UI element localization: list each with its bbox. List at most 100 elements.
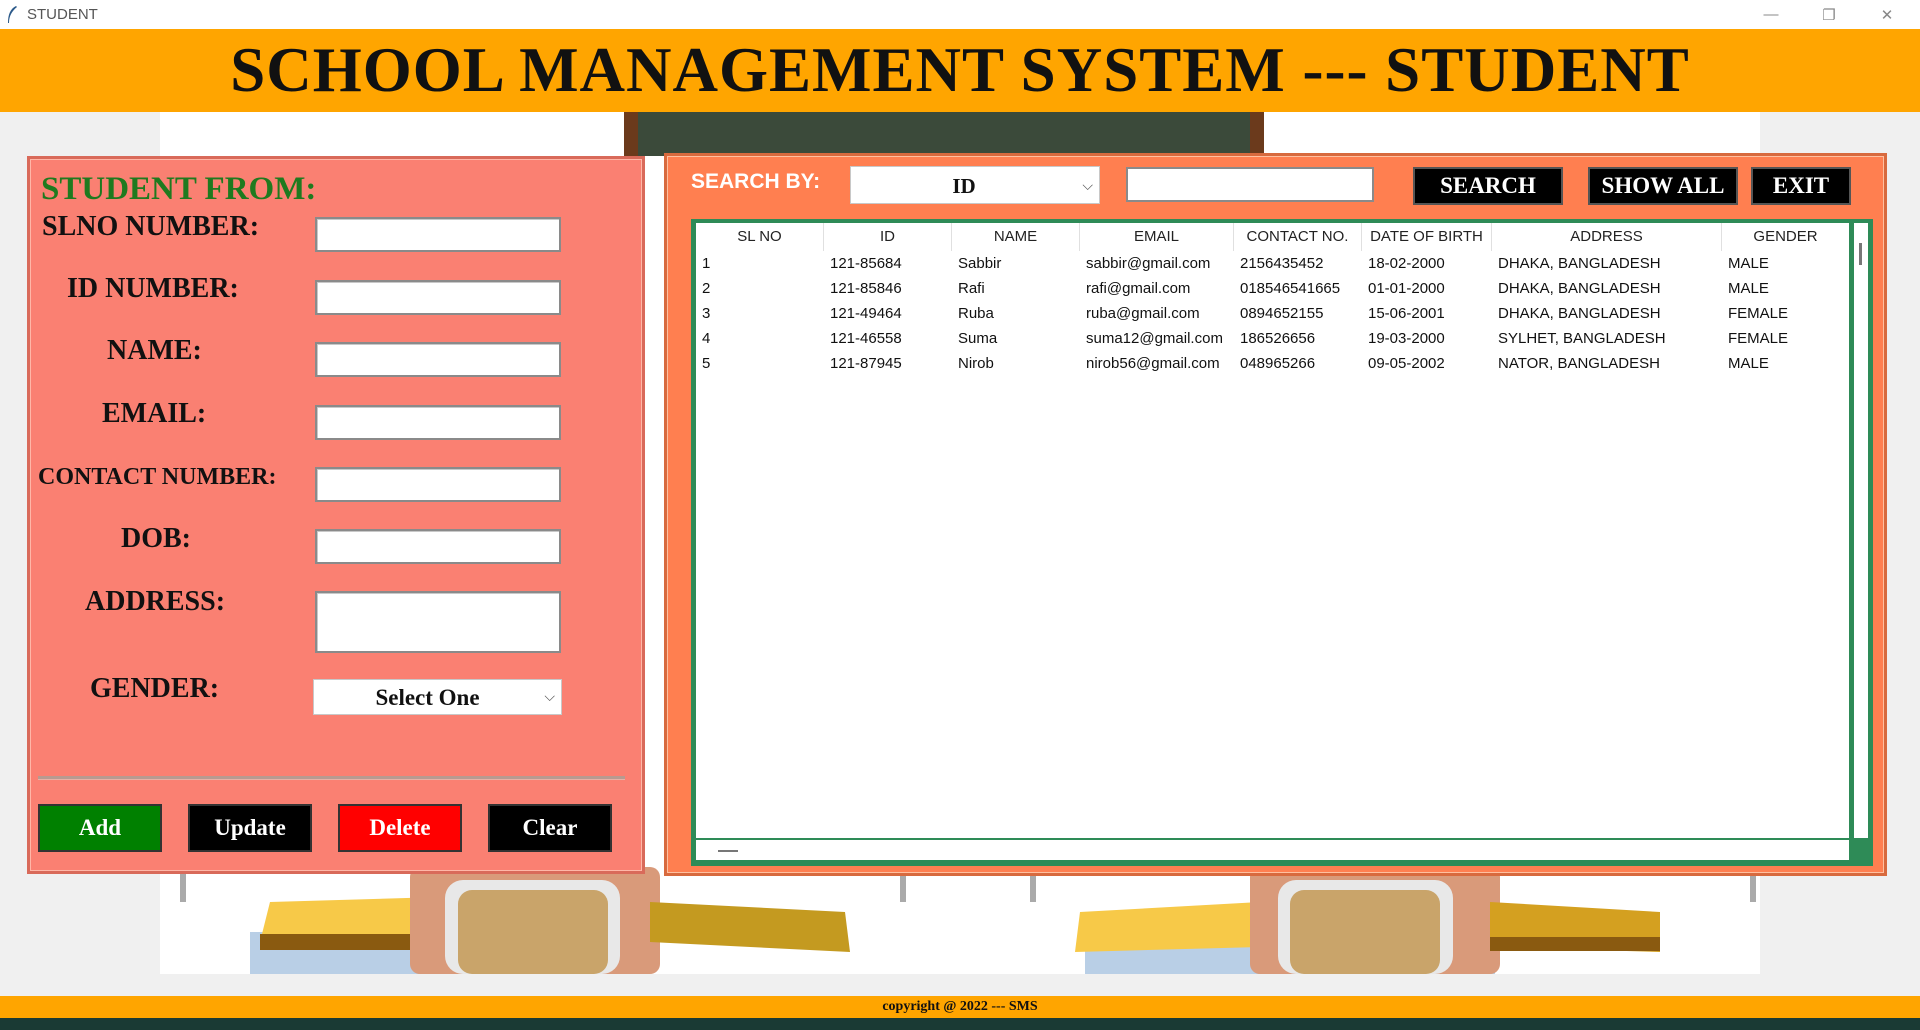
cell-name: Rafi xyxy=(958,280,985,297)
cell-id: 121-87945 xyxy=(830,355,902,372)
footer-bar: copyright @ 2022 --- SMS xyxy=(0,996,1920,1018)
cell-email: rafi@gmail.com xyxy=(1086,280,1191,297)
search-button[interactable]: SEARCH xyxy=(1413,167,1563,205)
student-table[interactable]: SL NO ID NAME EMAIL CONTACT NO. DATE OF … xyxy=(696,223,1849,838)
search-field-value: ID xyxy=(952,174,976,198)
address-input[interactable] xyxy=(315,591,561,653)
page-title: SCHOOL MANAGEMENT SYSTEM --- STUDENT xyxy=(230,35,1690,105)
update-button[interactable]: Update xyxy=(188,804,312,852)
column-header-contact[interactable]: CONTACT NO. xyxy=(1234,223,1362,251)
vertical-scrollbar[interactable] xyxy=(1854,223,1868,838)
add-button[interactable]: Add xyxy=(38,804,162,852)
horizontal-scrollbar[interactable] xyxy=(696,840,1849,860)
copyright-text: copyright @ 2022 --- SMS xyxy=(882,999,1038,1014)
cell-address: DHAKA, BANGLADESH xyxy=(1498,280,1661,297)
cell-email: ruba@gmail.com xyxy=(1086,305,1200,322)
cell-contact: 186526656 xyxy=(1240,330,1316,347)
cell-gender: MALE xyxy=(1728,355,1769,372)
cell-contact: 2156435452 xyxy=(1240,255,1324,272)
dob-input[interactable] xyxy=(315,529,561,564)
slno-input[interactable] xyxy=(315,217,561,252)
name-label: NAME: xyxy=(107,335,202,366)
feather-icon xyxy=(8,6,17,23)
window-title: STUDENT xyxy=(27,6,98,23)
student-table-frame: SL NO ID NAME EMAIL CONTACT NO. DATE OF … xyxy=(691,219,1873,866)
cell-slno: 1 xyxy=(702,255,711,272)
search-by-label: SEARCH BY: xyxy=(691,170,821,193)
cell-dob: 15-06-2001 xyxy=(1368,305,1445,322)
gender-select-value: Select One xyxy=(375,685,480,710)
cell-dob: 18-02-2000 xyxy=(1368,255,1445,272)
cell-contact: 018546541665 xyxy=(1240,280,1341,297)
contact-input[interactable] xyxy=(315,467,561,502)
table-row[interactable]: 2 121-85846 Rafi rafi@gmail.com 01854654… xyxy=(696,276,1849,301)
horizontal-scrollbar-thumb[interactable] xyxy=(718,850,738,852)
cell-email: suma12@gmail.com xyxy=(1086,330,1223,347)
id-label: ID NUMBER: xyxy=(67,273,239,304)
table-header: SL NO ID NAME EMAIL CONTACT NO. DATE OF … xyxy=(696,223,1849,251)
cell-slno: 2 xyxy=(702,280,711,297)
form-title: STUDENT FROM: xyxy=(41,171,317,207)
column-header-address[interactable]: ADDRESS xyxy=(1492,223,1722,251)
column-header-id[interactable]: ID xyxy=(824,223,952,251)
cell-address: DHAKA, BANGLADESH xyxy=(1498,305,1661,322)
contact-label: CONTACT NUMBER: xyxy=(38,464,277,490)
gender-select[interactable]: Select One ⌵ xyxy=(313,679,562,715)
column-header-dob[interactable]: DATE OF BIRTH xyxy=(1362,223,1492,251)
email-label: EMAIL: xyxy=(102,398,207,429)
cell-name: Ruba xyxy=(958,305,994,322)
vertical-scrollbar-thumb[interactable] xyxy=(1859,243,1862,265)
cell-dob: 09-05-2002 xyxy=(1368,355,1445,372)
address-label: ADDRESS: xyxy=(85,586,226,617)
cell-name: Nirob xyxy=(958,355,994,372)
cell-slno: 4 xyxy=(702,330,711,347)
cell-gender: MALE xyxy=(1728,280,1769,297)
cell-slno: 3 xyxy=(702,305,711,322)
cell-name: Suma xyxy=(958,330,998,347)
search-field-select[interactable]: ID ⌵ xyxy=(850,166,1100,204)
search-input[interactable] xyxy=(1126,167,1374,202)
delete-button[interactable]: Delete xyxy=(338,804,462,852)
cell-id: 121-46558 xyxy=(830,330,902,347)
bottom-strip xyxy=(0,1018,1920,1030)
minimize-button[interactable]: — xyxy=(1748,0,1794,29)
cell-address: NATOR, BANGLADESH xyxy=(1498,355,1660,372)
cell-slno: 5 xyxy=(702,355,711,372)
cell-address: SYLHET, BANGLADESH xyxy=(1498,330,1666,347)
column-header-gender[interactable]: GENDER xyxy=(1722,223,1849,251)
column-header-email[interactable]: EMAIL xyxy=(1080,223,1234,251)
close-button[interactable]: ✕ xyxy=(1864,0,1910,29)
cell-gender: FEMALE xyxy=(1728,330,1789,347)
show-all-button[interactable]: SHOW ALL xyxy=(1588,167,1738,205)
name-input[interactable] xyxy=(315,342,561,377)
clear-button[interactable]: Clear xyxy=(488,804,612,852)
restore-button[interactable]: ❐ xyxy=(1806,0,1852,29)
cell-id: 121-85684 xyxy=(830,255,902,272)
column-header-slno[interactable]: SL NO xyxy=(696,223,824,251)
cell-id: 121-49464 xyxy=(830,305,902,322)
table-row[interactable]: 4 121-46558 Suma suma12@gmail.com 186526… xyxy=(696,326,1849,351)
chevron-down-icon: ⌵ xyxy=(1082,177,1093,193)
window-titlebar: STUDENT — ❐ ✕ xyxy=(0,0,1920,29)
form-divider xyxy=(38,776,625,780)
id-input[interactable] xyxy=(315,280,561,315)
cell-dob: 19-03-2000 xyxy=(1368,330,1445,347)
chevron-down-icon: ⌵ xyxy=(544,688,555,704)
cell-gender: MALE xyxy=(1728,255,1769,272)
table-row[interactable]: 1 121-85684 Sabbir sabbir@gmail.com 2156… xyxy=(696,251,1849,276)
cell-dob: 01-01-2000 xyxy=(1368,280,1445,297)
slno-label: SLNO NUMBER: xyxy=(42,211,260,242)
cell-contact: 048965266 xyxy=(1240,355,1316,372)
cell-email: sabbir@gmail.com xyxy=(1086,255,1211,272)
table-row[interactable]: 3 121-49464 Ruba ruba@gmail.com 08946521… xyxy=(696,301,1849,326)
student-form-panel xyxy=(27,156,645,874)
column-header-name[interactable]: NAME xyxy=(952,223,1080,251)
table-row[interactable]: 5 121-87945 Nirob nirob56@gmail.com 0489… xyxy=(696,351,1849,376)
exit-button[interactable]: EXIT xyxy=(1751,167,1851,205)
cell-id: 121-85846 xyxy=(830,280,902,297)
dob-label: DOB: xyxy=(121,523,191,554)
email-input[interactable] xyxy=(315,405,561,440)
gender-label: GENDER: xyxy=(90,673,220,704)
cell-address: DHAKA, BANGLADESH xyxy=(1498,255,1661,272)
header-banner: SCHOOL MANAGEMENT SYSTEM --- STUDENT xyxy=(0,29,1920,112)
